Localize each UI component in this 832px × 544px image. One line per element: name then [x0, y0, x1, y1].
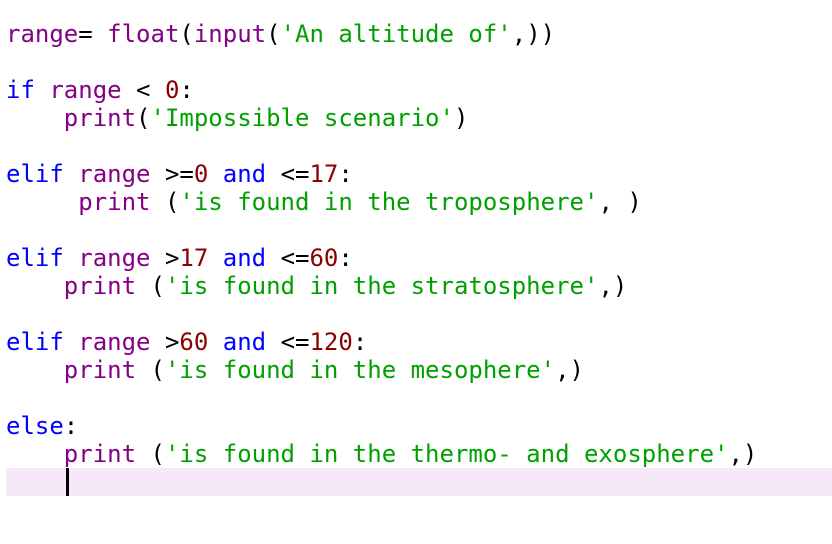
- code-line[interactable]: print ('is found in the troposphere', ): [6, 188, 832, 216]
- punctuation-token: (: [136, 272, 165, 300]
- code-editor[interactable]: range= float(input('An altitude of',))​i…: [0, 0, 832, 544]
- punctuation-token: [6, 440, 64, 468]
- code-line[interactable]: print('Impossible scenario'): [6, 104, 832, 132]
- code-line[interactable]: ​: [6, 384, 832, 412]
- string-token: 'is found in the thermo- and exosphere': [164, 440, 729, 468]
- punctuation-token: <=: [266, 244, 310, 272]
- identifier-token: range: [49, 76, 122, 104]
- code-area[interactable]: range= float(input('An altitude of',))​i…: [6, 20, 832, 496]
- code-line[interactable]: elif range >60 and <=120:: [6, 328, 832, 356]
- identifier-token: print: [78, 188, 151, 216]
- number-token: 17: [309, 160, 339, 188]
- code-line[interactable]: ​: [6, 48, 832, 76]
- string-token: 'is found in the troposphere': [179, 188, 599, 216]
- punctuation-token: <: [121, 76, 165, 104]
- string-token: 'is found in the stratosphere': [164, 272, 599, 300]
- punctuation-token: [208, 328, 222, 356]
- keyword-token: and: [222, 244, 267, 272]
- number-token: 0: [193, 160, 209, 188]
- punctuation-token: (: [150, 188, 180, 216]
- number-token: 60: [309, 244, 339, 272]
- punctuation-token: (: [136, 440, 165, 468]
- identifier-token: print: [63, 356, 137, 384]
- identifier-token: print: [63, 440, 137, 468]
- punctuation-token: [35, 76, 49, 104]
- identifier-token: range: [78, 160, 151, 188]
- number-token: 60: [179, 328, 209, 356]
- keyword-token: elif: [6, 160, 64, 188]
- string-token: 'Impossible scenario': [150, 104, 454, 132]
- punctuation-token: [64, 160, 78, 188]
- keyword-token: and: [222, 328, 267, 356]
- punctuation-token: , ): [598, 188, 642, 216]
- punctuation-token: [208, 244, 222, 272]
- punctuation-token: [64, 244, 78, 272]
- punctuation-token: [6, 272, 64, 300]
- identifier-token: print: [63, 272, 137, 300]
- identifier-token: range: [6, 20, 79, 48]
- identifier-token: range: [78, 328, 151, 356]
- punctuation-token: >=: [150, 160, 194, 188]
- punctuation-token: =: [78, 20, 108, 48]
- keyword-token: else: [6, 412, 64, 440]
- current-code-line[interactable]: [6, 468, 832, 496]
- number-token: 0: [164, 76, 180, 104]
- punctuation-token: :: [179, 76, 194, 104]
- punctuation-token: ): [453, 104, 469, 132]
- code-line[interactable]: if range < 0:: [6, 76, 832, 104]
- punctuation-token: [6, 356, 64, 384]
- keyword-token: elif: [6, 244, 64, 272]
- code-line[interactable]: elif range >17 and <=60:: [6, 244, 832, 272]
- keyword-token: and: [222, 160, 267, 188]
- punctuation-token: <=: [266, 160, 310, 188]
- punctuation-token: (: [179, 20, 194, 48]
- punctuation-token: [64, 328, 78, 356]
- identifier-token: range: [78, 244, 151, 272]
- code-line[interactable]: print ('is found in the mesophere',): [6, 356, 832, 384]
- punctuation-token: [208, 160, 222, 188]
- code-line[interactable]: elif range >=0 and <=17:: [6, 160, 832, 188]
- code-line[interactable]: ​: [6, 300, 832, 328]
- number-token: 120: [309, 328, 353, 356]
- punctuation-token: >: [150, 328, 180, 356]
- punctuation-token: >: [150, 244, 180, 272]
- code-line[interactable]: ​: [6, 216, 832, 244]
- punctuation-token: (: [266, 20, 281, 48]
- keyword-token: if: [6, 76, 35, 104]
- punctuation-token: ,)): [511, 20, 556, 48]
- punctuation-token: ,): [728, 440, 758, 468]
- number-token: 17: [179, 244, 209, 272]
- string-token: 'is found in the mesophere': [164, 356, 556, 384]
- identifier-token: print: [63, 104, 137, 132]
- punctuation-token: ,): [598, 272, 628, 300]
- keyword-token: elif: [6, 328, 64, 356]
- punctuation-token: [6, 104, 64, 132]
- code-line[interactable]: print ('is found in the thermo- and exos…: [6, 440, 832, 468]
- code-line[interactable]: range= float(input('An altitude of',)): [6, 20, 832, 48]
- punctuation-token: <=: [266, 328, 310, 356]
- identifier-token: input: [193, 20, 267, 48]
- punctuation-token: :: [338, 244, 353, 272]
- string-token: 'An altitude of': [280, 20, 512, 48]
- code-line[interactable]: else:: [6, 412, 832, 440]
- identifier-token: float: [107, 20, 180, 48]
- punctuation-token: :: [63, 412, 79, 440]
- punctuation-token: (: [136, 104, 151, 132]
- punctuation-token: :: [338, 160, 353, 188]
- punctuation-token: ,): [555, 356, 584, 384]
- punctuation-token: :: [352, 328, 368, 356]
- text-cursor: [65, 468, 69, 496]
- code-line[interactable]: ​: [6, 132, 832, 160]
- punctuation-token: [6, 188, 78, 216]
- punctuation-token: [6, 468, 64, 496]
- code-line[interactable]: print ('is found in the stratosphere',): [6, 272, 832, 300]
- punctuation-token: (: [136, 356, 165, 384]
